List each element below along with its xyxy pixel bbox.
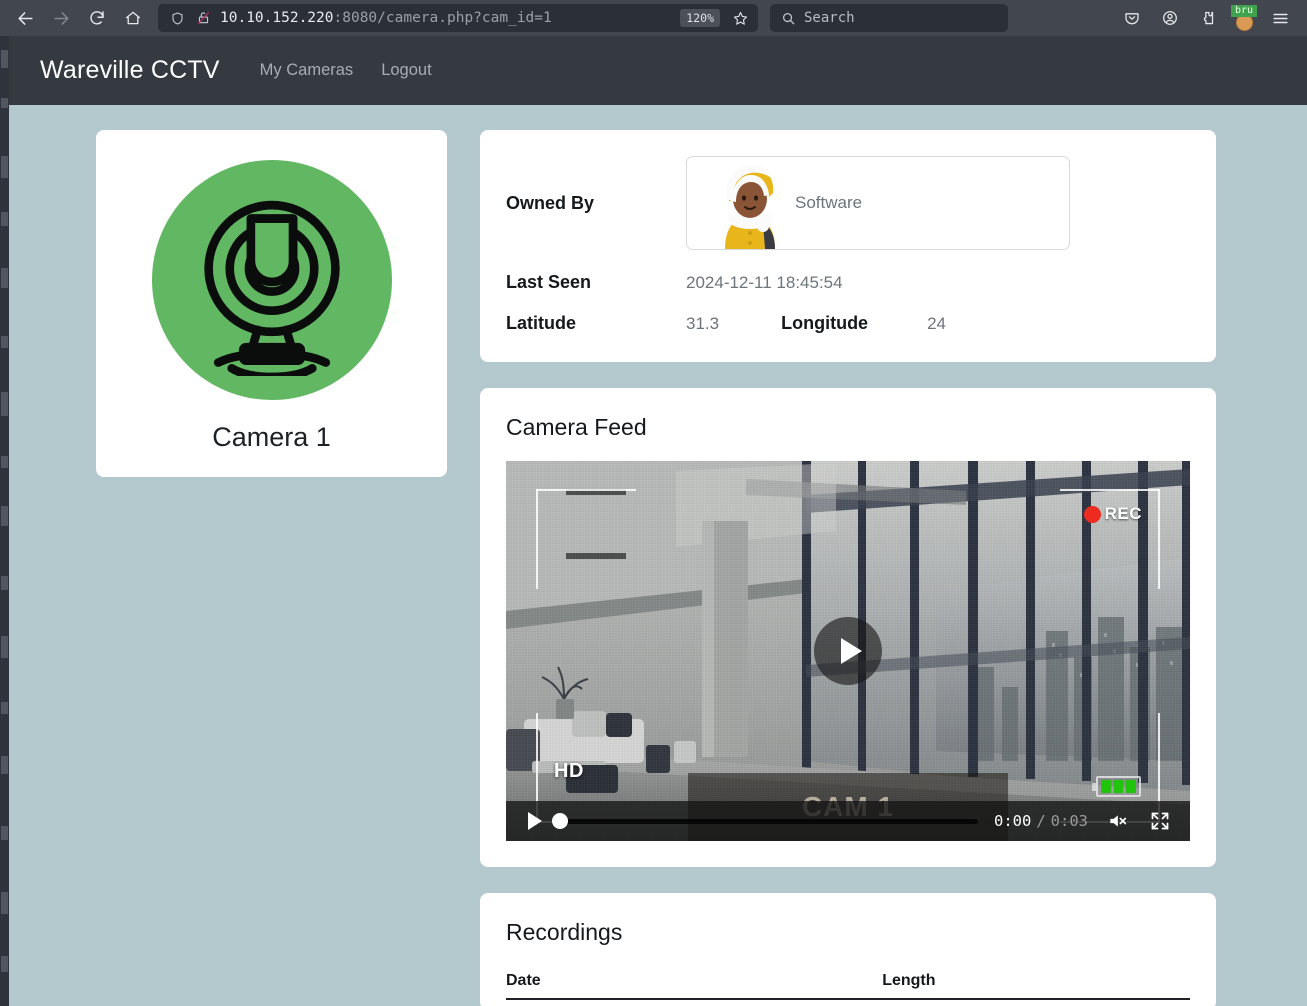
- search-icon: [780, 4, 796, 32]
- recordings-title: Recordings: [506, 919, 1190, 946]
- reload-icon[interactable]: [82, 4, 112, 32]
- video-controls-bar: 0:00 / 0:03: [506, 801, 1190, 841]
- volume-muted-icon[interactable]: [1106, 811, 1128, 831]
- rec-label: REC: [1105, 504, 1142, 524]
- shield-icon[interactable]: [168, 4, 186, 32]
- latitude-value: 31.3: [686, 314, 719, 334]
- bru-extension-badge: bru: [1231, 5, 1257, 17]
- owned-by-label: Owned By: [506, 193, 686, 214]
- forward-arrow-icon[interactable]: [46, 4, 76, 32]
- site-brand[interactable]: Wareville CCTV: [40, 56, 220, 85]
- site-navbar: Wareville CCTV My Cameras Logout: [0, 36, 1307, 105]
- recordings-header-row: Date Length: [506, 972, 1190, 999]
- longitude-label: Longitude: [781, 313, 927, 334]
- adjacent-window-edge: [0, 36, 9, 1006]
- navbar-links: My Cameras Logout: [246, 57, 446, 84]
- recordings-card: Recordings Date Length: [480, 893, 1216, 1006]
- page-viewport: Wareville CCTV My Cameras Logout: [0, 36, 1307, 1006]
- last-seen-row: Last Seen 2024-12-11 18:45:54: [506, 272, 1190, 293]
- column-header-date[interactable]: Date: [506, 972, 882, 999]
- owner-box[interactable]: Software: [686, 156, 1070, 250]
- column-header-length[interactable]: Length: [882, 972, 1190, 999]
- owned-by-row: Owned By: [506, 156, 1190, 250]
- rec-indicator: REC: [1084, 504, 1142, 524]
- recordings-table: Date Length: [506, 972, 1190, 1000]
- camera-detail-column: Owned By: [480, 130, 1216, 1006]
- broken-lock-icon[interactable]: [194, 4, 212, 32]
- bru-extension-icon[interactable]: bru: [1231, 4, 1257, 32]
- camera-name: Camera 1: [212, 422, 331, 453]
- camera-feed-title: Camera Feed: [506, 414, 1190, 441]
- webcam-icon: [152, 160, 392, 400]
- hd-badge: HD: [554, 760, 584, 783]
- battery-full-icon: [1096, 776, 1141, 797]
- last-seen-value: 2024-12-11 18:45:54: [686, 273, 843, 293]
- scrubber-handle[interactable]: [552, 813, 568, 829]
- play-circle-icon[interactable]: [814, 617, 882, 685]
- duration: 0:03: [1051, 812, 1088, 830]
- video-scrubber[interactable]: [558, 819, 978, 824]
- account-circle-icon[interactable]: [1155, 4, 1185, 32]
- extensions-icon[interactable]: [1193, 4, 1223, 32]
- browser-nav-buttons: [10, 4, 148, 32]
- camera-identity-card: Camera 1: [96, 130, 447, 477]
- home-icon[interactable]: [118, 4, 148, 32]
- search-input[interactable]: Search: [804, 10, 855, 26]
- play-icon[interactable]: [528, 812, 542, 830]
- last-seen-label: Last Seen: [506, 272, 686, 293]
- latitude-label: Latitude: [506, 313, 686, 334]
- pocket-icon[interactable]: [1117, 4, 1147, 32]
- page-content: Camera 1 Owned By: [0, 105, 1307, 1006]
- url-host: 10.10.152.220: [220, 10, 334, 26]
- search-bar[interactable]: Search: [770, 4, 1008, 32]
- back-arrow-icon[interactable]: [10, 4, 40, 32]
- url-text[interactable]: 10.10.152.220:8080/camera.php?cam_id=1: [220, 10, 672, 26]
- video-player[interactable]: REC HD CAM 1: [506, 461, 1190, 841]
- video-timecode: 0:00 / 0:03: [994, 812, 1088, 830]
- rec-dot-icon: [1084, 506, 1101, 523]
- browser-toolbar-right: bru: [1117, 4, 1297, 32]
- current-time: 0:00: [994, 812, 1031, 830]
- camera-feed-card: Camera Feed: [480, 388, 1216, 867]
- camera-info-card: Owned By: [480, 130, 1216, 362]
- url-path: :8080/camera.php?cam_id=1: [334, 10, 552, 26]
- coordinates-row: Latitude 31.3 Longitude 24: [506, 313, 1190, 334]
- nav-link-logout[interactable]: Logout: [367, 57, 445, 84]
- address-bar[interactable]: 10.10.152.220:8080/camera.php?cam_id=1 1…: [158, 4, 758, 32]
- hamburger-menu-icon[interactable]: [1265, 4, 1295, 32]
- avatar: [707, 157, 793, 249]
- owner-name: Software: [795, 193, 862, 213]
- star-icon[interactable]: [728, 4, 752, 32]
- time-separator: /: [1036, 812, 1045, 830]
- zoom-level-badge[interactable]: 120%: [680, 9, 720, 27]
- nav-link-my-cameras[interactable]: My Cameras: [246, 57, 368, 84]
- browser-toolbar: 10.10.152.220:8080/camera.php?cam_id=1 1…: [0, 0, 1307, 36]
- fullscreen-icon[interactable]: [1150, 811, 1170, 831]
- longitude-value: 24: [927, 314, 946, 334]
